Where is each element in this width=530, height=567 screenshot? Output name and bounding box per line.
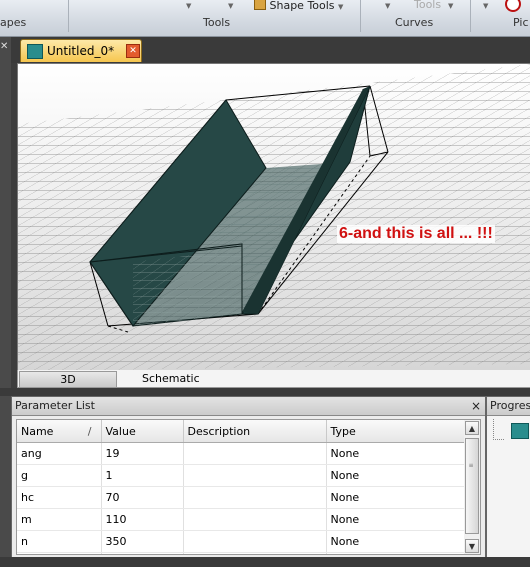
column-header-type[interactable]: Type: [326, 420, 465, 443]
status-bar: [0, 557, 530, 567]
table-row[interactable]: Undefined: [17, 552, 465, 554]
cell-type[interactable]: None: [326, 530, 465, 553]
tab-3d[interactable]: 3D: [19, 371, 117, 388]
dropdown-arrow-icon[interactable]: ▼: [186, 2, 191, 10]
progress-title: Progress: [490, 399, 530, 412]
cell-name[interactable]: [17, 552, 102, 554]
ribbon: apes ▼ ▼ Shape Tools ▼ Tools ▼ Tools ▼ C…: [0, 0, 530, 37]
column-header-description[interactable]: Description: [183, 420, 327, 443]
cell-description[interactable]: [183, 530, 327, 553]
scroll-down-icon[interactable]: ▼: [465, 539, 479, 553]
cell-name[interactable]: ang: [17, 442, 102, 465]
table-row[interactable]: n 350 None: [17, 530, 465, 553]
cell-description[interactable]: [183, 508, 327, 531]
scroll-up-icon[interactable]: ▲: [465, 421, 479, 435]
panel-gap: [0, 388, 530, 396]
ribbon-group-picks-label: Pic: [513, 16, 529, 29]
cell-value[interactable]: [101, 552, 184, 554]
close-tab-icon[interactable]: ✕: [126, 44, 140, 58]
close-icon[interactable]: ✕: [0, 41, 8, 52]
cell-name[interactable]: g: [17, 464, 102, 487]
progress-titlebar: Progress: [487, 397, 530, 416]
ribbon-separator: [68, 0, 69, 32]
cell-type[interactable]: None: [326, 464, 465, 487]
ribbon-group-shapes-label: apes: [0, 16, 27, 29]
sort-indicator-icon: /: [87, 424, 92, 438]
document-icon: [27, 44, 43, 59]
ribbon-group-curves-label: Curves: [395, 16, 434, 29]
progress-panel: Progress: [486, 396, 530, 559]
parameter-list-title: Parameter List: [15, 399, 95, 412]
ribbon-separator: [360, 0, 361, 32]
shape-tools-icon: [254, 0, 266, 10]
parameter-table: Name / Value Description Type ang 19 None…: [16, 419, 466, 555]
dropdown-arrow-icon[interactable]: ▼: [228, 2, 233, 10]
scroll-thumb[interactable]: [465, 438, 479, 534]
dropdown-arrow-icon[interactable]: ▼: [385, 2, 390, 10]
parameter-list-titlebar: Parameter List ×: [12, 397, 485, 416]
grip-icon: ≡: [468, 462, 474, 469]
tab-schematic[interactable]: Schematic: [142, 371, 200, 386]
dropdown-arrow-icon[interactable]: ▼: [483, 2, 488, 10]
cell-value[interactable]: 70: [101, 486, 184, 509]
viewport-annotation: 6-and this is all ... !!!: [337, 225, 495, 243]
pick-icon[interactable]: [505, 0, 521, 12]
document-tab-title: Untitled_0*: [47, 44, 115, 58]
project-icon[interactable]: [511, 423, 529, 439]
cell-description[interactable]: [183, 442, 327, 465]
cell-name[interactable]: m: [17, 508, 102, 531]
cell-description[interactable]: [183, 552, 327, 554]
tools-disabled-label: Tools: [414, 0, 442, 11]
close-panel-icon[interactable]: ×: [471, 397, 481, 415]
table-row[interactable]: m 110 None: [17, 508, 465, 531]
shape-tools-label: Shape Tools: [269, 0, 335, 12]
table-row[interactable]: ang 19 None: [17, 442, 465, 465]
vertical-scrollbar[interactable]: ▲ ≡ ▼: [464, 419, 481, 555]
shape-tools-button[interactable]: Shape Tools ▼: [254, 0, 343, 12]
table-row[interactable]: g 1 None: [17, 464, 465, 487]
cell-value[interactable]: 19: [101, 442, 184, 465]
3d-scene[interactable]: [18, 64, 530, 371]
cell-type[interactable]: Undefined: [326, 552, 465, 554]
cell-type[interactable]: None: [326, 508, 465, 531]
parameter-list-panel: Parameter List × Name / Value Description…: [11, 396, 486, 559]
cell-description[interactable]: [183, 486, 327, 509]
ribbon-separator: [470, 0, 471, 32]
trough-front-end: [133, 249, 242, 326]
cell-type[interactable]: None: [326, 442, 465, 465]
cell-description[interactable]: [183, 464, 327, 487]
cell-name[interactable]: hc: [17, 486, 102, 509]
cell-type[interactable]: None: [326, 486, 465, 509]
view-tabs: 3D Schematic: [17, 370, 530, 388]
table-header-row: Name / Value Description Type: [17, 420, 465, 443]
chevron-down-icon: ▼: [338, 3, 344, 11]
cell-value[interactable]: 110: [101, 508, 184, 531]
table-row[interactable]: hc 70 None: [17, 486, 465, 509]
3d-viewport[interactable]: 6-and this is all ... !!!: [17, 63, 530, 372]
cell-value[interactable]: 1: [101, 464, 184, 487]
tree-connector: [493, 419, 504, 440]
cell-name[interactable]: n: [17, 530, 102, 553]
cell-value[interactable]: 350: [101, 530, 184, 553]
column-header-name[interactable]: Name /: [17, 420, 102, 443]
dropdown-arrow-icon[interactable]: ▼: [448, 2, 453, 10]
document-tab[interactable]: Untitled_0* ✕: [20, 39, 142, 62]
left-collapsed-panel: ✕: [0, 37, 11, 557]
column-header-value[interactable]: Value: [101, 420, 184, 443]
ribbon-group-tools-label: Tools: [203, 16, 231, 29]
